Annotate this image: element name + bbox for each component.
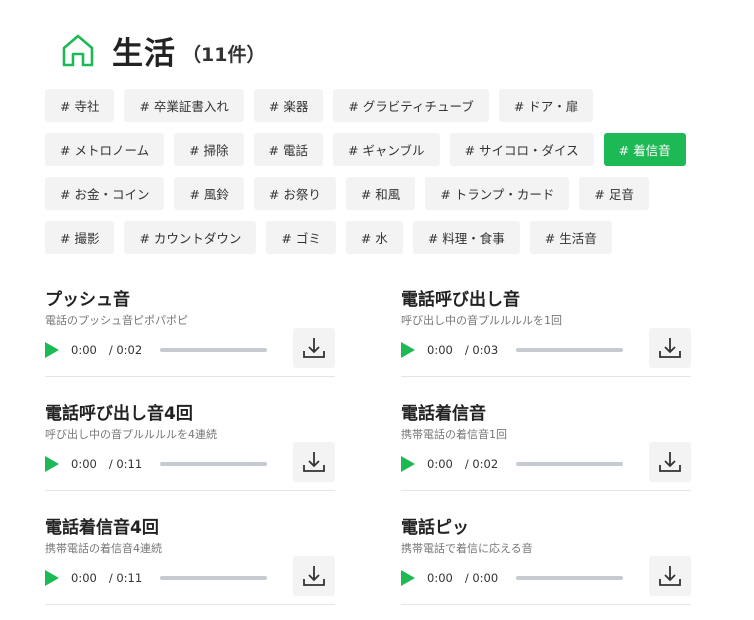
download-button[interactable] <box>649 442 691 482</box>
tag-japanese-style[interactable]: # 和風 <box>345 177 416 210</box>
seek-bar[interactable] <box>516 576 623 580</box>
tag-cooking[interactable]: # 料理・食事 <box>412 221 520 254</box>
download-button[interactable] <box>293 328 335 368</box>
play-icon[interactable] <box>45 456 59 472</box>
tag-ringtone[interactable]: # 着信音 <box>603 133 686 166</box>
tag-list: # 寺社 # 卒業証書入れ # 楽器 # グラビティチューブ # ドア・扉 # … <box>45 89 705 265</box>
page-header: 生活 （11件） <box>60 30 266 72</box>
sound-card: プッシュ音 電話のプッシュ音ピポパポピ 0:00 / 0:02 <box>45 288 335 402</box>
audio-player: 0:00 / 0:11 <box>45 452 267 476</box>
current-time: 0:00 <box>427 457 453 471</box>
sound-description: 携帯電話の着信音4連続 <box>45 542 162 555</box>
duration: / 0:02 <box>108 343 143 357</box>
sound-list: プッシュ音 電話のプッシュ音ピポパポピ 0:00 / 0:02 電話呼び出し音 … <box>45 288 691 620</box>
download-icon <box>303 338 325 358</box>
audio-player: 0:00 / 0:02 <box>45 338 267 362</box>
result-count: （11件） <box>182 43 266 66</box>
download-icon <box>659 566 681 586</box>
tag-wind-chime[interactable]: # 風鈴 <box>174 177 244 210</box>
download-icon <box>659 452 681 472</box>
tag-dice[interactable]: # サイコロ・ダイス <box>449 133 594 166</box>
duration: / 0:11 <box>108 571 143 585</box>
download-button[interactable] <box>649 328 691 368</box>
download-button[interactable] <box>649 556 691 596</box>
download-icon <box>659 338 681 358</box>
tag-trash[interactable]: # ゴミ <box>266 221 336 254</box>
audio-player: 0:00 / 0:03 <box>401 338 623 362</box>
tag-row: # 撮影 # カウントダウン # ゴミ # 水 # 料理・食事 # 生活音 <box>45 221 705 255</box>
sound-title: 電話ピッ <box>401 518 469 538</box>
download-button[interactable] <box>293 442 335 482</box>
tag-metronome[interactable]: # メトロノーム <box>45 133 165 166</box>
play-icon[interactable] <box>401 570 415 586</box>
tag-instrument[interactable]: # 楽器 <box>253 89 324 122</box>
seek-bar[interactable] <box>516 462 623 466</box>
sound-card: 電話呼び出し音 呼び出し中の音プルルルルを1回 0:00 / 0:03 <box>401 288 691 402</box>
page-title: 生活 <box>112 35 176 72</box>
home-icon <box>62 34 94 67</box>
tag-money-coin[interactable]: # お金・コイン <box>45 177 165 210</box>
sound-description: 電話のプッシュ音ピポパポピ <box>45 314 188 327</box>
tag-row: # メトロノーム # 掃除 # 電話 # ギャンブル # サイコロ・ダイス # … <box>45 133 705 167</box>
tag-countdown[interactable]: # カウントダウン <box>124 221 257 254</box>
tag-row: # お金・コイン # 風鈴 # お祭り # 和風 # トランプ・カード # 足音 <box>45 177 705 211</box>
download-icon <box>303 452 325 472</box>
current-time: 0:00 <box>71 571 97 585</box>
tag-diploma-case[interactable]: # 卒業証書入れ <box>124 89 244 122</box>
duration: / 0:00 <box>464 571 499 585</box>
tag-cards[interactable]: # トランプ・カード <box>425 177 570 210</box>
download-icon <box>303 566 325 586</box>
seek-bar[interactable] <box>160 576 267 580</box>
play-icon[interactable] <box>401 342 415 358</box>
play-icon[interactable] <box>45 570 59 586</box>
audio-player: 0:00 / 0:11 <box>45 566 267 590</box>
audio-player: 0:00 / 0:00 <box>401 566 623 590</box>
tag-water[interactable]: # 水 <box>345 221 403 254</box>
sound-card: 電話呼び出し音4回 呼び出し中の音プルルルルを4連続 0:00 / 0:11 <box>45 402 335 516</box>
sound-description: 呼び出し中の音プルルルルを4連続 <box>45 428 217 441</box>
tag-gravity-tube[interactable]: # グラビティチューブ <box>333 89 489 122</box>
seek-bar[interactable] <box>160 462 267 466</box>
current-time: 0:00 <box>427 343 453 357</box>
sound-title: プッシュ音 <box>45 290 130 310</box>
tag-door[interactable]: # ドア・扉 <box>498 89 594 122</box>
audio-player: 0:00 / 0:02 <box>401 452 623 476</box>
play-icon[interactable] <box>45 342 59 358</box>
tag-cleaning[interactable]: # 掃除 <box>174 133 244 166</box>
tag-telephone[interactable]: # 電話 <box>253 133 323 166</box>
tag-festival[interactable]: # お祭り <box>253 177 336 210</box>
sound-description: 携帯電話で着信に応える音 <box>401 542 533 555</box>
download-button[interactable] <box>293 556 335 596</box>
duration: / 0:02 <box>464 457 499 471</box>
sound-card: 電話着信音 携帯電話の着信音1回 0:00 / 0:02 <box>401 402 691 516</box>
tag-footsteps[interactable]: # 足音 <box>579 177 649 210</box>
sound-description: 呼び出し中の音プルルルルを1回 <box>401 314 562 327</box>
current-time: 0:00 <box>427 571 453 585</box>
duration: / 0:03 <box>464 343 499 357</box>
duration: / 0:11 <box>108 457 143 471</box>
seek-bar[interactable] <box>160 348 267 352</box>
sound-title: 電話着信音4回 <box>45 518 159 538</box>
sound-description: 携帯電話の着信音1回 <box>401 428 507 441</box>
sound-title: 電話着信音 <box>401 404 486 424</box>
sound-card: 電話着信音4回 携帯電話の着信音4連続 0:00 / 0:11 <box>45 516 335 620</box>
sound-card: 電話ピッ 携帯電話で着信に応える音 0:00 / 0:00 <box>401 516 691 620</box>
seek-bar[interactable] <box>516 348 623 352</box>
tag-life-sounds[interactable]: # 生活音 <box>529 221 612 254</box>
current-time: 0:00 <box>71 457 97 471</box>
tag-row: # 寺社 # 卒業証書入れ # 楽器 # グラビティチューブ # ドア・扉 <box>45 89 705 123</box>
current-time: 0:00 <box>71 343 97 357</box>
sound-title: 電話呼び出し音4回 <box>45 404 193 424</box>
tag-jisha[interactable]: # 寺社 <box>45 89 115 122</box>
tag-photography[interactable]: # 撮影 <box>45 221 115 254</box>
sound-title: 電話呼び出し音 <box>401 290 520 310</box>
play-icon[interactable] <box>401 456 415 472</box>
tag-gamble[interactable]: # ギャンブル <box>332 133 440 166</box>
